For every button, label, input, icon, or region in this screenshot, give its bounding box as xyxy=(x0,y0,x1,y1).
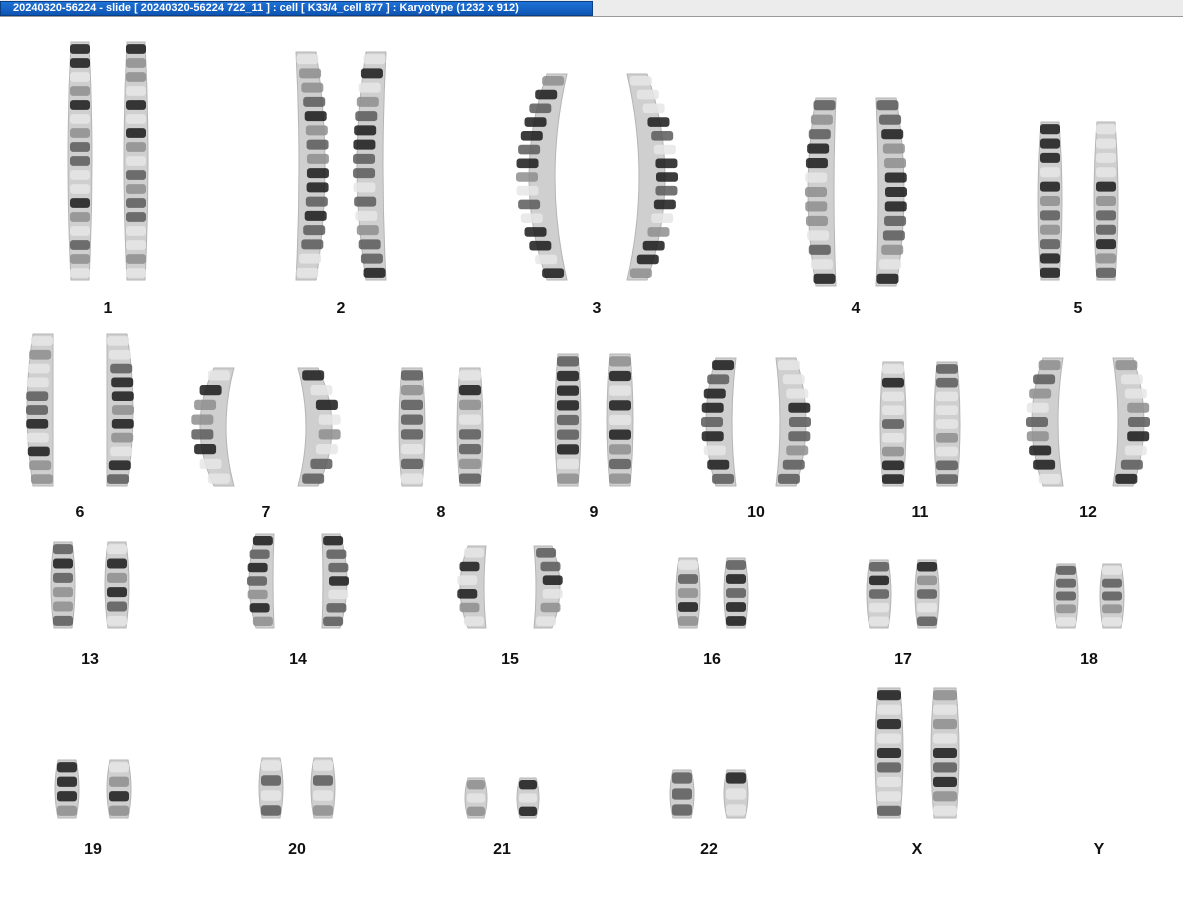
chromosome-20-a xyxy=(258,757,284,819)
chromosome-X-b xyxy=(930,687,960,819)
chromosome-18-a xyxy=(1053,563,1079,629)
chromosome-12-a xyxy=(1026,357,1064,487)
chromosome-9-b xyxy=(606,353,634,487)
chromosome-21-b xyxy=(516,777,540,819)
chromosome-3-b xyxy=(626,73,678,281)
chromosome-6-b xyxy=(106,333,134,487)
chromosome-5-a xyxy=(1037,121,1063,281)
chromosome-8-b xyxy=(456,367,484,487)
chromosome-16-b xyxy=(723,557,749,629)
chromosome-6-a xyxy=(26,333,54,487)
chromosome-1-a xyxy=(67,41,93,281)
chromosome-X-a xyxy=(874,687,904,819)
chromosome-11-b xyxy=(933,361,961,487)
chromosome-4-a xyxy=(805,97,837,287)
chromosome-15-b xyxy=(533,545,563,629)
chromosome-10-b xyxy=(775,357,811,487)
chromosome-11-a xyxy=(879,361,907,487)
window-titlebar: 20240320-56224 - slide [ 20240320-56224 … xyxy=(0,0,1183,17)
chromosome-8-a xyxy=(398,367,426,487)
chromosome-20-b xyxy=(310,757,336,819)
karyogram-area: 1 2 3 4 5 6 7 8 9 10 11 12 13 14 15 16 1… xyxy=(0,18,1183,900)
chromosome-22-b xyxy=(723,769,749,819)
chromosome-4-b xyxy=(875,97,907,287)
chromosome-15-a xyxy=(457,545,487,629)
chromosome-13-b xyxy=(104,541,130,629)
window-title[interactable]: 20240320-56224 - slide [ 20240320-56224 … xyxy=(0,1,593,16)
chromosome-19-a xyxy=(54,759,80,819)
chromosome-22-a xyxy=(669,769,695,819)
chromosome-13-a xyxy=(50,541,76,629)
chromosome-17-b xyxy=(914,559,940,629)
chromosome-18-b xyxy=(1099,563,1125,629)
chromosome-19-b xyxy=(106,759,132,819)
chromosome-10-a xyxy=(701,357,737,487)
chromosome-21-a xyxy=(464,777,488,819)
chromosome-5-b xyxy=(1093,121,1119,281)
chromosome-12-b xyxy=(1112,357,1150,487)
chromosome-3-a xyxy=(516,73,568,281)
chromosome-16-a xyxy=(675,557,701,629)
chromosome-9-a xyxy=(554,353,582,487)
chromosome-2-a xyxy=(295,51,329,281)
chromosome-1-b xyxy=(123,41,149,281)
chromosome-14-b xyxy=(321,533,349,629)
chromosome-17-a xyxy=(866,559,892,629)
chromosome-14-a xyxy=(247,533,275,629)
chromosome-7-a xyxy=(191,367,235,487)
chromosome-2-b xyxy=(353,51,387,281)
chromosome-images xyxy=(26,41,1150,819)
chromosome-7-b xyxy=(297,367,341,487)
